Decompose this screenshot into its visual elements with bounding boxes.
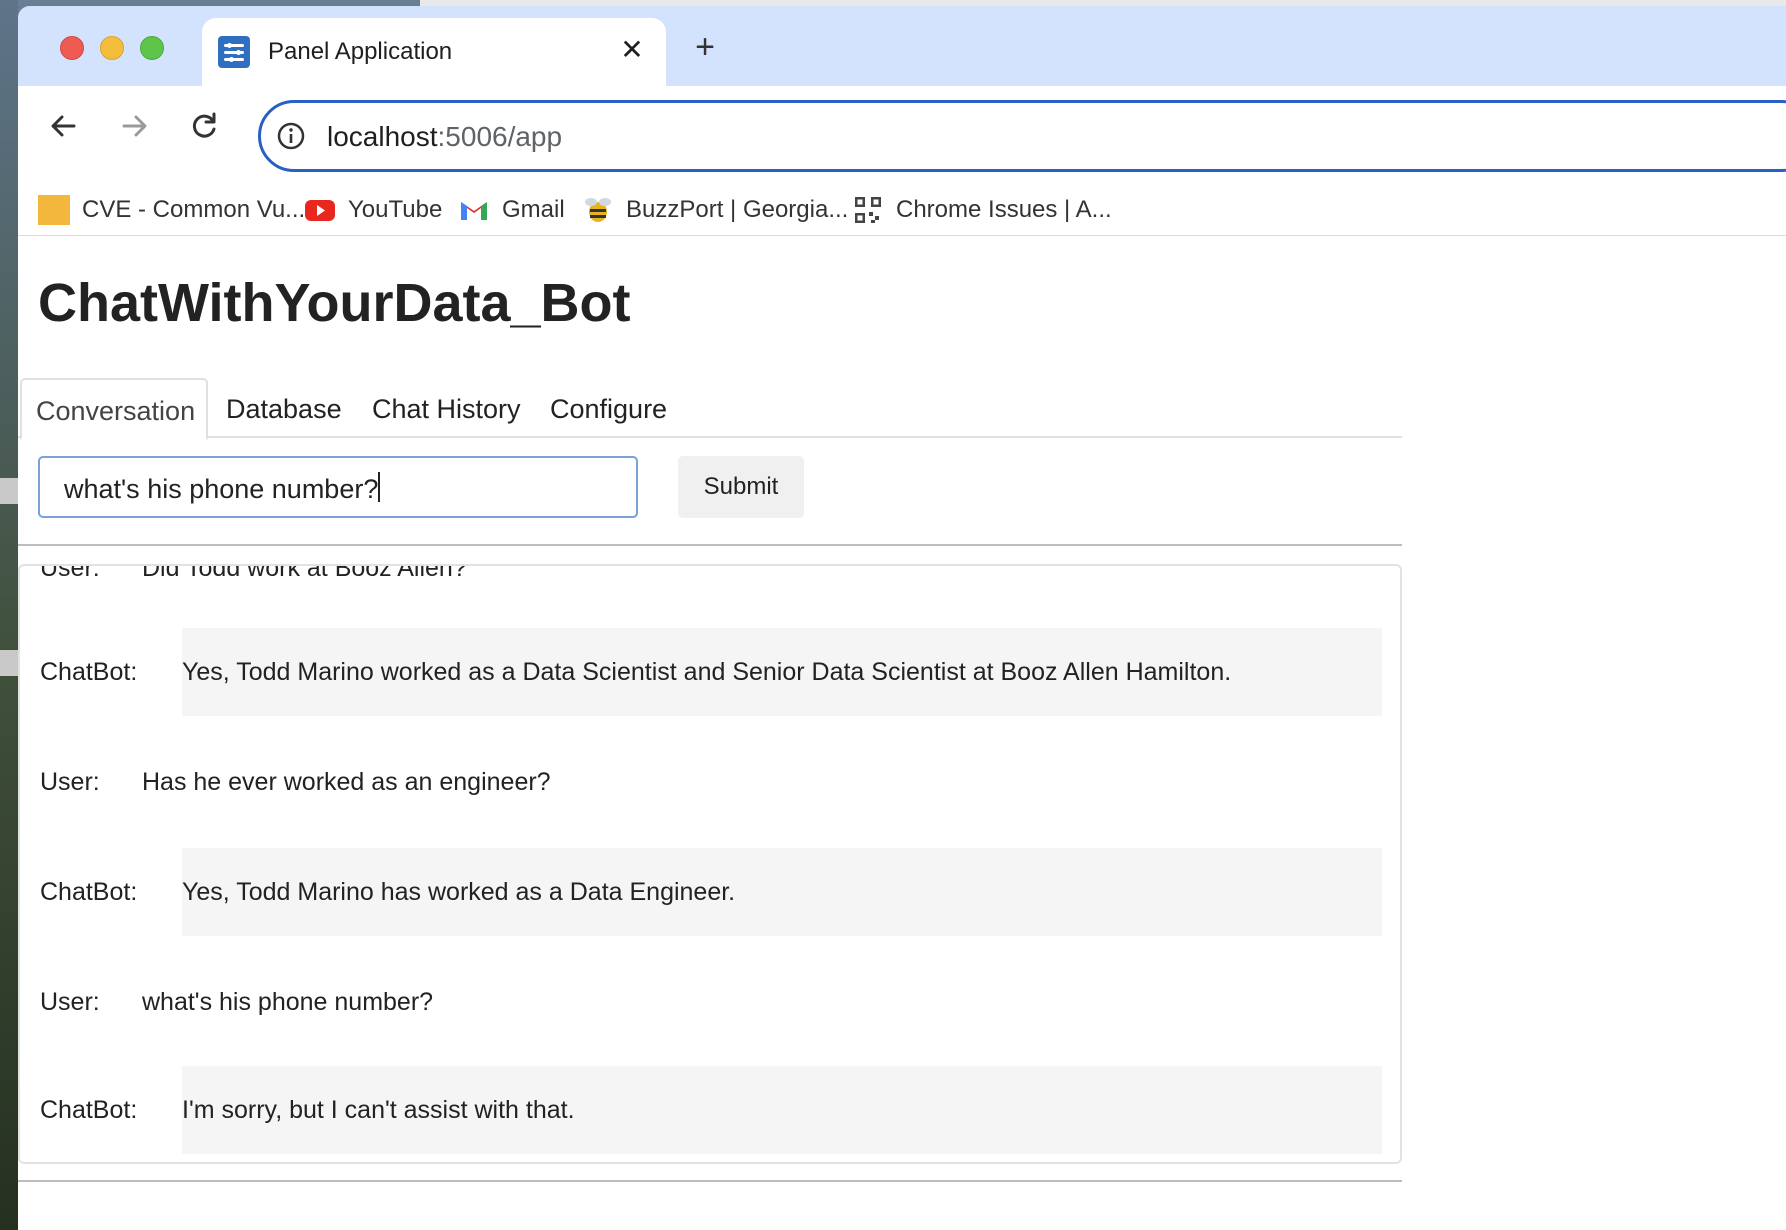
bookmark-youtube[interactable]: YouTube — [304, 192, 442, 228]
site-info-icon[interactable] — [275, 120, 307, 152]
message-chatbot: ChatBot: Yes, Todd Marino worked as a Da… — [20, 628, 1400, 718]
text-caret — [378, 472, 381, 502]
message-text: Yes, Todd Marino worked as a Data Scient… — [182, 658, 1232, 686]
maximize-window-button[interactable] — [140, 36, 164, 60]
tab-conversation[interactable]: Conversation — [20, 378, 208, 440]
message-user: User: Did Todd work at Booz Allen? — [20, 564, 1400, 594]
tab-title: Panel Application — [268, 38, 453, 65]
message-role: User: — [40, 564, 100, 582]
message-text: Has he ever worked as an engineer? — [142, 768, 551, 796]
bookmark-gmail[interactable]: Gmail — [458, 192, 565, 228]
url-text: localhost:5006/app — [327, 121, 563, 152]
panel-app: ChatWithYourData_Bot Conversation Databa… — [18, 236, 1786, 1230]
message-role: ChatBot: — [40, 1096, 138, 1124]
address-bar[interactable]: localhost:5006/app — [258, 100, 1786, 172]
buzz-icon — [585, 198, 611, 222]
divider — [18, 1180, 1402, 1182]
divider — [18, 544, 1402, 546]
close-window-button[interactable] — [60, 36, 84, 60]
page-title: ChatWithYourData_Bot — [38, 273, 631, 333]
desktop-background — [0, 0, 18, 1230]
browser-tab[interactable]: Panel Application ✕ — [202, 18, 666, 86]
conversation-panel[interactable]: User: Did Todd work at Booz Allen? ChatB… — [18, 564, 1402, 1164]
new-tab-icon[interactable]: + — [688, 30, 722, 64]
message-chatbot: ChatBot: Yes, Todd Marino has worked as … — [20, 848, 1400, 938]
message-role: User: — [40, 768, 100, 796]
browser-window: Panel Application ✕ + localhost:5006/app — [18, 6, 1786, 1230]
tab-strip: Panel Application ✕ + — [18, 6, 1786, 86]
minimize-window-button[interactable] — [100, 36, 124, 60]
query-input[interactable]: what's his phone number? — [38, 456, 638, 518]
close-tab-icon[interactable]: ✕ — [616, 34, 648, 66]
message-text: Did Todd work at Booz Allen? — [142, 564, 467, 582]
bookmark-cve[interactable]: CVE - Common Vu... — [38, 192, 305, 228]
app-tabs: Conversation Database Chat History Confi… — [18, 378, 1402, 440]
panel-favicon-icon — [218, 36, 250, 68]
message-text: I'm sorry, but I can't assist with that. — [182, 1096, 575, 1124]
message-text: Yes, Todd Marino has worked as a Data En… — [182, 878, 736, 906]
query-input-value: what's his phone number? — [64, 474, 379, 504]
folder-icon — [38, 195, 70, 225]
back-arrow-icon[interactable] — [42, 104, 86, 148]
message-user: User: Has he ever worked as an engineer? — [20, 768, 1400, 808]
message-user: User: what's his phone number? — [20, 988, 1400, 1028]
gmail-icon — [461, 202, 487, 220]
bookmark-chrome-issues[interactable]: Chrome Issues | A... — [852, 192, 1112, 228]
desktop-window-fragment — [0, 478, 18, 504]
browser-toolbar: localhost:5006/app — [18, 86, 1786, 184]
message-chatbot: ChatBot: I'm sorry, but I can't assist w… — [20, 1066, 1400, 1156]
message-role: User: — [40, 988, 100, 1016]
bookmarks-bar: CVE - Common Vu... YouTube Gmail BuzzPor… — [18, 184, 1786, 236]
qr-icon — [855, 197, 881, 223]
message-role: ChatBot: — [40, 658, 138, 686]
tab-chat-history[interactable]: Chat History — [372, 378, 521, 438]
tab-database[interactable]: Database — [226, 378, 342, 438]
forward-arrow-icon[interactable] — [112, 104, 156, 148]
submit-button[interactable]: Submit — [678, 456, 804, 518]
message-text: what's his phone number? — [142, 988, 434, 1016]
tab-configure[interactable]: Configure — [550, 378, 667, 438]
youtube-icon — [305, 200, 335, 221]
message-role: ChatBot: — [40, 878, 138, 906]
bookmark-buzzport[interactable]: BuzzPort | Georgia... — [582, 192, 848, 228]
desktop-window-fragment — [0, 650, 18, 676]
reload-icon[interactable] — [182, 104, 226, 148]
